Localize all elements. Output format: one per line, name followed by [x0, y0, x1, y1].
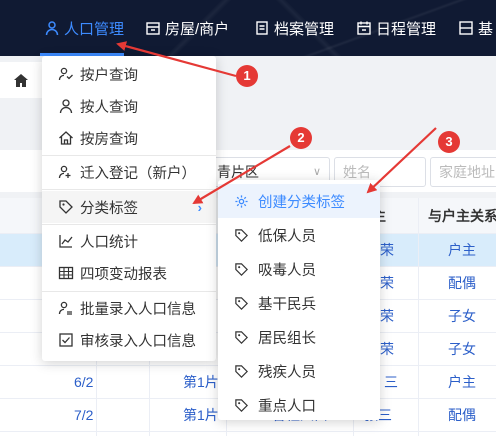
- submenu-item-label: 创建分类标签: [258, 194, 345, 211]
- menu-item-label: 迁入登记（新户）: [80, 165, 196, 182]
- base-icon: [459, 21, 473, 35]
- table-cell: 第1片: [183, 374, 219, 390]
- nav-item-label: 档案管理: [274, 20, 335, 38]
- menu-item-household-search[interactable]: 按户查询: [42, 58, 216, 90]
- submenu-item-label: 吸毒人员: [258, 262, 316, 279]
- annotation-badge-1: 1: [236, 65, 258, 87]
- annotation-badge-3: 3: [438, 131, 460, 153]
- nav-item-label: 基: [478, 20, 494, 38]
- batch-person-icon: [58, 301, 72, 315]
- home-icon: [14, 74, 28, 87]
- tag-icon: [235, 228, 248, 242]
- submenu-item-label: 居民组长: [258, 330, 316, 347]
- submenu-item-militia[interactable]: 基干民兵: [218, 286, 380, 320]
- submenu-item-create-tag[interactable]: 创建分类标签: [218, 184, 380, 218]
- menu-item-person-search[interactable]: 按人查询: [42, 90, 216, 122]
- house-search-icon: [59, 131, 73, 145]
- menu-separator: [42, 189, 216, 190]
- table-icon: [58, 266, 74, 280]
- table-cell: 配偶: [448, 407, 476, 423]
- submenu-item-label: 基干民兵: [258, 296, 316, 313]
- person-search-icon: [59, 99, 73, 114]
- address-input[interactable]: [430, 157, 496, 187]
- submenu-item-low-income[interactable]: 低保人员: [218, 218, 380, 252]
- menu-item-label: 按房查询: [80, 131, 138, 148]
- tag-icon: [235, 296, 248, 310]
- menu-item-label: 分类标签: [80, 200, 138, 217]
- gear-icon: [235, 194, 248, 208]
- archive-icon: [256, 21, 268, 35]
- calendar-icon: [357, 21, 371, 35]
- tag-icon: [235, 330, 248, 344]
- nav-item-label: 人口管理: [64, 20, 125, 38]
- nav-item-schedule[interactable]: 日程管理: [356, 0, 436, 56]
- table-cell: 荣: [380, 275, 394, 291]
- menu-item-label: 四项变动报表: [80, 266, 167, 283]
- tag-icon: [59, 200, 73, 214]
- submenu-item-label: 残疾人员: [258, 364, 316, 381]
- top-navigation-bar: 人口管理 房屋/商户 档案管理 日程管理 基: [0, 0, 496, 56]
- submenu-item-disabled[interactable]: 残疾人员: [218, 354, 380, 388]
- submenu-item-resident-leader[interactable]: 居民组长: [218, 320, 380, 354]
- submenu-item-drug-users[interactable]: 吸毒人员: [218, 252, 380, 286]
- submenu-item-key-population[interactable]: 重点人口: [218, 388, 380, 422]
- nav-item-archives[interactable]: 档案管理: [254, 0, 334, 56]
- family-search-icon: [58, 67, 73, 81]
- menu-item-house-search[interactable]: 按房查询: [42, 122, 216, 154]
- menu-item-audit-entry[interactable]: 审核录入人口信息: [42, 324, 216, 356]
- menu-item-population-stats[interactable]: 人口统计: [42, 225, 216, 257]
- house-icon: [146, 22, 160, 35]
- nav-item-population[interactable]: 人口管理: [44, 0, 124, 56]
- table-cell: 荣: [380, 341, 394, 357]
- category-tags-submenu: 创建分类标签 低保人员 吸毒人员 基干民兵 居民组长 残疾人员 重点人口: [218, 180, 380, 420]
- menu-item-label: 按人查询: [80, 99, 138, 116]
- chevron-right-icon: ›: [197, 199, 202, 215]
- table-cell: 户主: [448, 374, 476, 390]
- menu-item-label: 人口统计: [80, 234, 138, 251]
- menu-item-four-changes-report[interactable]: 四项变动报表: [42, 257, 216, 289]
- menu-item-category-tags[interactable]: 分类标签 ›: [42, 191, 216, 223]
- menu-item-move-in[interactable]: 迁入登记（新户）: [42, 156, 216, 188]
- table-cell: 户主: [448, 242, 476, 258]
- table-cell: 荣: [380, 308, 394, 324]
- table-cell: 荣: [380, 242, 394, 258]
- tag-icon: [235, 398, 248, 412]
- table-cell: 配偶: [448, 275, 476, 291]
- column-header: 与户主关系: [428, 208, 496, 224]
- table-cell: 6/2: [74, 374, 94, 390]
- tag-icon: [235, 262, 248, 276]
- population-menu: 按户查询 按人查询 按房查询 迁入登记（新户） 分类标签 › 人口统计 四项变动…: [42, 56, 216, 361]
- table-cell: 第1片: [183, 407, 219, 423]
- audit-check-icon: [59, 333, 73, 347]
- nav-item-label: 日程管理: [376, 20, 437, 38]
- table-cell: 子女: [448, 308, 476, 324]
- nav-item-base[interactable]: 基: [458, 0, 493, 56]
- area-select-value: 青片区: [217, 164, 259, 180]
- menu-item-label: 按户查询: [80, 67, 138, 84]
- tag-icon: [235, 364, 248, 378]
- submenu-item-label: 低保人员: [258, 228, 316, 245]
- column-divider: [418, 198, 419, 436]
- menu-item-label: 审核录入人口信息: [80, 333, 196, 350]
- menu-item-label: 批量录入人口信息: [80, 301, 196, 318]
- submenu-item-label: 重点人口: [258, 398, 316, 415]
- nav-item-housing[interactable]: 房屋/商户: [145, 0, 229, 56]
- table-cell: 三: [384, 374, 398, 390]
- chart-icon: [59, 235, 73, 248]
- move-in-icon: [58, 165, 71, 179]
- table-cell: 7/2: [74, 407, 94, 423]
- annotation-badge-2: 2: [290, 127, 312, 149]
- table-cell: 子女: [448, 341, 476, 357]
- home-tab[interactable]: [0, 62, 42, 98]
- person-icon: [45, 21, 59, 36]
- menu-item-batch-entry[interactable]: 批量录入人口信息: [42, 292, 216, 324]
- nav-item-label: 房屋/商户: [165, 20, 230, 38]
